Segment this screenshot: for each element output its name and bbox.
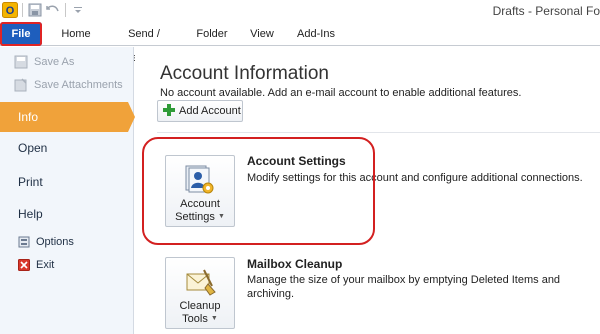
ribbon-tab-bar: File Home Send / Receive Folder View Add… xyxy=(0,22,600,64)
add-account-label: Add Account xyxy=(179,105,241,117)
nav-exit-label: Exit xyxy=(36,259,55,271)
cleanup-tools-label-1: Cleanup xyxy=(179,300,221,312)
nav-print[interactable]: Print xyxy=(18,175,43,189)
save-as-icon xyxy=(14,55,28,69)
backstage-nav: Save As Save Attachments Info Open Print… xyxy=(0,47,135,334)
nav-options-label: Options xyxy=(36,236,74,248)
cleanup-tools-icon xyxy=(184,266,216,298)
page-title: Account Information xyxy=(160,63,329,84)
nav-options[interactable]: Options xyxy=(18,236,74,248)
cleanup-tools-button[interactable]: Cleanup Tools ▼ xyxy=(165,257,235,329)
tab-view[interactable]: View xyxy=(248,22,276,46)
nav-exit[interactable]: Exit xyxy=(18,259,54,271)
save-attachments-icon xyxy=(14,78,28,92)
nav-save-attachments-label: Save Attachments xyxy=(34,79,123,91)
nav-info[interactable]: Info xyxy=(0,102,128,132)
add-account-button[interactable]: Add Account xyxy=(157,100,243,122)
nav-save-as[interactable]: Save As xyxy=(14,55,74,69)
qat-separator xyxy=(22,3,23,17)
mailbox-cleanup-title: Mailbox Cleanup xyxy=(247,257,343,271)
nav-open[interactable]: Open xyxy=(18,141,47,155)
cleanup-tools-label-2: Tools ▼ xyxy=(182,313,218,325)
quick-access-toolbar: O xyxy=(2,2,86,18)
account-info-panel: Account Information No account available… xyxy=(135,47,600,334)
title-bar: O Drafts - Personal Fo xyxy=(0,0,600,22)
page-subtitle: No account available. Add an e-mail acco… xyxy=(160,87,522,99)
tab-send-receive[interactable]: Send / Receive xyxy=(110,22,178,64)
nav-info-pointer xyxy=(128,102,135,132)
outlook-icon[interactable]: O xyxy=(2,2,18,18)
tab-home[interactable]: Home xyxy=(60,22,92,46)
exit-icon xyxy=(18,259,30,271)
tab-folder[interactable]: Folder xyxy=(196,22,228,46)
save-icon[interactable] xyxy=(27,2,43,18)
tab-addins[interactable]: Add-Ins xyxy=(294,22,338,46)
undo-icon[interactable] xyxy=(45,2,61,18)
qat-customize-icon[interactable] xyxy=(70,2,86,18)
section-divider xyxy=(157,132,600,133)
options-icon xyxy=(18,236,30,248)
plus-icon xyxy=(163,103,175,119)
mailbox-cleanup-description-1: Manage the size of your mailbox by empty… xyxy=(247,274,561,286)
mailbox-cleanup-description-2: archiving. xyxy=(247,288,295,300)
nav-save-as-label: Save As xyxy=(34,56,75,68)
nav-help[interactable]: Help xyxy=(18,207,43,221)
nav-save-attachments[interactable]: Save Attachments xyxy=(14,78,123,92)
qat-separator xyxy=(65,3,66,17)
window-title: Drafts - Personal Fo xyxy=(492,4,600,18)
annotation-highlight xyxy=(142,137,375,245)
svg-text:O: O xyxy=(6,5,15,17)
tab-file[interactable]: File xyxy=(0,22,42,46)
